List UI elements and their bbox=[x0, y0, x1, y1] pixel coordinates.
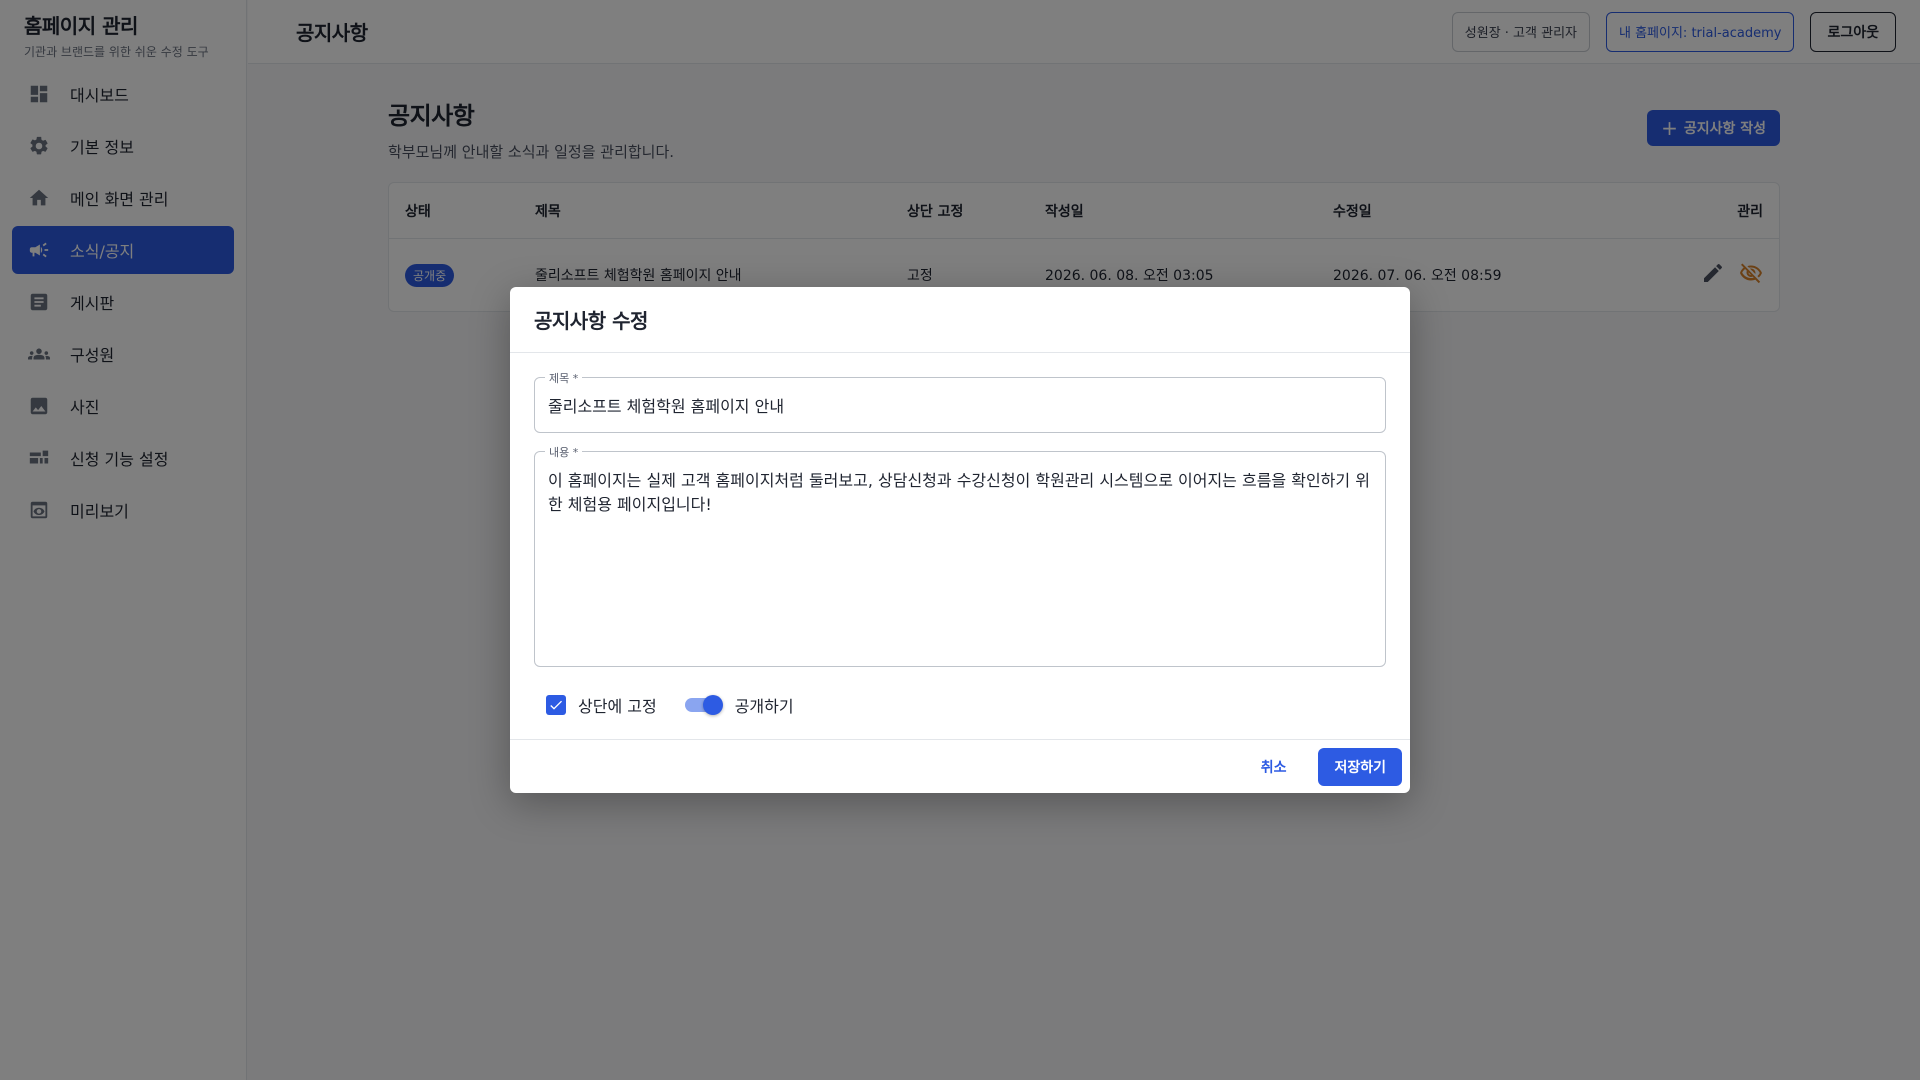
dialog-options: 상단에 고정 공개하기 bbox=[534, 691, 1386, 719]
edit-notice-dialog: 공지사항 수정 제목 * 내용 * 이 홈페이지는 실제 고객 홈페이지처럼 둘… bbox=[510, 287, 1410, 793]
public-label: 공개하기 bbox=[734, 697, 794, 716]
pin-label: 상단에 고정 bbox=[578, 697, 657, 716]
content-field-label: 내용 * bbox=[545, 444, 583, 460]
dialog-body: 제목 * 내용 * 이 홈페이지는 실제 고객 홈페이지처럼 둘러보고, 상담신… bbox=[510, 353, 1410, 719]
save-button[interactable]: 저장하기 bbox=[1318, 747, 1402, 786]
dialog-title: 공지사항 수정 bbox=[510, 287, 1410, 353]
content-textarea[interactable]: 이 홈페이지는 실제 고객 홈페이지처럼 둘러보고, 상담신청과 수강신청이 학… bbox=[535, 452, 1385, 666]
title-input[interactable] bbox=[535, 378, 1385, 432]
content-field: 내용 * 이 홈페이지는 실제 고객 홈페이지처럼 둘러보고, 상담신청과 수강… bbox=[534, 444, 1386, 667]
pin-checkbox[interactable] bbox=[546, 695, 566, 715]
check-icon bbox=[550, 700, 562, 710]
toggle-thumb bbox=[702, 695, 723, 715]
cancel-button[interactable]: 취소 bbox=[1249, 749, 1299, 785]
dialog-footer: 취소 저장하기 bbox=[510, 739, 1410, 793]
title-field: 제목 * bbox=[534, 370, 1386, 433]
public-toggle[interactable] bbox=[684, 695, 723, 715]
title-field-label: 제목 * bbox=[545, 370, 583, 386]
